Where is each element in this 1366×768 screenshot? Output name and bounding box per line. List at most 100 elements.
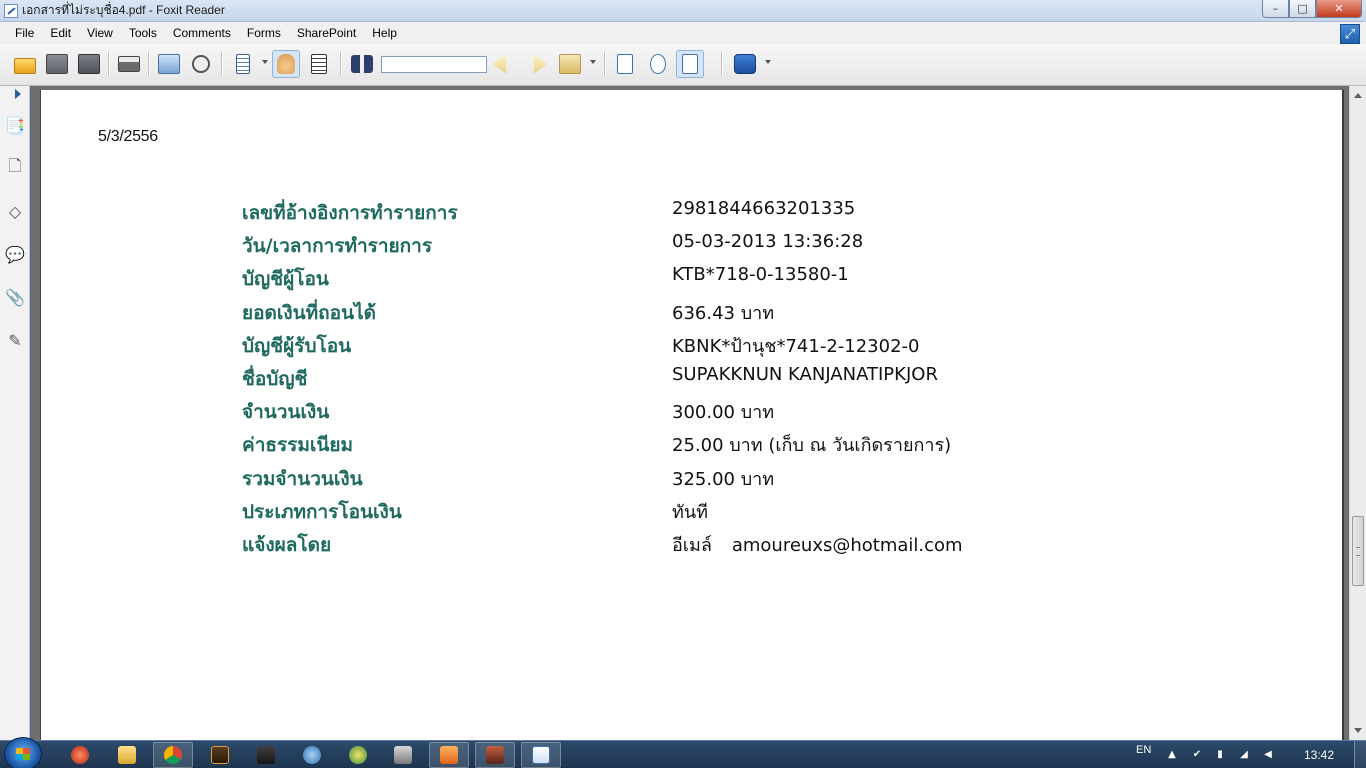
menu-file[interactable]: File [0, 22, 42, 44]
taskbar-app-5[interactable] [246, 742, 286, 768]
scroll-down-arrow-icon[interactable] [1354, 728, 1362, 733]
find-input[interactable] [381, 56, 487, 73]
menu-help[interactable]: Help [364, 22, 405, 44]
detail-label: บัญชีผู้รับโอน [242, 334, 352, 357]
taskbar-foxit[interactable] [521, 742, 561, 768]
open-icon [14, 58, 36, 74]
next-result-button[interactable] [522, 50, 550, 78]
detail-label: เลขที่อ้างอิงการทำรายการ [242, 202, 458, 224]
layers-icon[interactable]: ◇ [5, 200, 25, 222]
detail-value: 636.43 บาท [672, 302, 775, 324]
expand-panel-arrow-icon[interactable] [15, 89, 21, 99]
show-desktop-button[interactable] [1354, 741, 1366, 768]
bookmarks-icon[interactable]: 📑 [5, 114, 25, 136]
orange-app-icon [440, 746, 458, 764]
power-icon[interactable]: ▮ [1214, 749, 1226, 761]
prev-result-button[interactable] [490, 50, 518, 78]
maximize-button[interactable]: □ [1289, 0, 1316, 18]
foxit-logo-button[interactable] [731, 50, 759, 78]
globe-app-icon [303, 746, 321, 764]
taskbar-app-10[interactable] [475, 742, 515, 768]
chrome-icon [164, 746, 182, 764]
scroll-thumb[interactable] [1352, 516, 1364, 586]
detail-label: จำนวนเงิน [242, 401, 330, 424]
detail-value: KBNK*ป้านุช*741-2-12302-0 [672, 335, 920, 357]
toolbar-separator [340, 52, 341, 76]
flag-icon[interactable]: ✔ [1191, 749, 1203, 761]
foxit-app-icon [4, 3, 18, 18]
foxit-logo-dropdown[interactable] [765, 60, 771, 64]
save-button[interactable] [43, 50, 71, 78]
volume-icon[interactable]: ◀ [1262, 749, 1274, 761]
print-icon [118, 56, 140, 72]
network-icon[interactable]: ◢ [1238, 749, 1250, 761]
clear-results-button[interactable] [556, 50, 584, 78]
open-button[interactable] [11, 50, 39, 78]
menu-tools[interactable]: Tools [121, 22, 165, 44]
close-button[interactable]: ✕ [1316, 0, 1362, 18]
menu-view[interactable]: View [79, 22, 121, 44]
detail-value: ทันที [672, 501, 709, 523]
page-view-dropdown[interactable] [262, 60, 268, 64]
detail-label: ประเภทการโอนเงิน [242, 500, 402, 523]
taskbar-app-7[interactable] [338, 742, 378, 768]
taskbar-chrome[interactable] [153, 742, 193, 768]
fit-page-icon [650, 54, 666, 74]
presentation-icon [158, 54, 180, 74]
hand-tool-icon [277, 54, 295, 74]
comments-icon[interactable]: 💬 [5, 243, 25, 265]
fit-page-button[interactable] [644, 50, 672, 78]
document-date: 5/3/2556 [98, 128, 158, 145]
find-glasses-button[interactable] [187, 50, 215, 78]
pdf-page: 5/3/2556 เลขที่อ้างอิงการทำรายการ 298184… [40, 90, 1342, 740]
foxit-logo-icon [734, 54, 756, 74]
presentation-button[interactable] [155, 50, 183, 78]
toolbar-separator [221, 52, 222, 76]
signatures-icon[interactable]: ✎ [5, 329, 25, 351]
menu-forms[interactable]: Forms [239, 22, 289, 44]
menu-comments[interactable]: Comments [165, 22, 239, 44]
fit-width-button[interactable] [676, 50, 704, 78]
vertical-scrollbar[interactable] [1349, 86, 1366, 740]
main-toolbar [0, 44, 1366, 86]
taskbar-explorer[interactable] [107, 742, 147, 768]
detail-label: รวมจำนวนเงิน [242, 467, 363, 490]
scroll-up-arrow-icon[interactable] [1354, 93, 1362, 98]
taskbar-app-8[interactable] [383, 742, 423, 768]
detail-label: บัญชีผู้โอน [242, 268, 329, 291]
taskbar-app-1[interactable] [60, 742, 100, 768]
binoculars-button[interactable] [348, 50, 376, 78]
clear-results-icon [559, 54, 581, 74]
menu-sharepoint[interactable]: SharePoint [289, 22, 364, 44]
attachments-icon[interactable]: 📎 [5, 286, 25, 308]
page-view-button[interactable] [229, 50, 257, 78]
red-app-icon [71, 746, 89, 764]
taskbar-app-9[interactable] [429, 742, 469, 768]
taskbar-app-6[interactable] [292, 742, 332, 768]
detail-label: ชื่อบัญชี [242, 367, 308, 390]
clock[interactable]: 13:42 [1304, 748, 1334, 762]
detail-value: 300.00 บาท [672, 402, 775, 424]
expand-icon[interactable]: ⤢ [1340, 24, 1360, 44]
clear-results-dropdown[interactable] [590, 60, 596, 64]
fit-width-icon [682, 54, 698, 74]
binoculars-icon [351, 55, 373, 73]
actual-size-button[interactable] [611, 50, 639, 78]
minimize-button[interactable]: – [1262, 0, 1289, 18]
print-button[interactable] [115, 50, 143, 78]
prev-result-icon [493, 54, 507, 74]
toolbar-separator [108, 52, 109, 76]
start-button[interactable] [4, 737, 42, 768]
document-viewer[interactable]: 5/3/2556 เลขที่อ้างอิงการทำรายการ 298184… [31, 86, 1349, 740]
pages-icon[interactable]: 🗋 [5, 156, 25, 179]
menu-edit[interactable]: Edit [42, 22, 79, 44]
taskbar-app-4[interactable] [200, 742, 240, 768]
select-text-button[interactable] [305, 50, 333, 78]
show-hidden-icons-icon[interactable]: ▲ [1166, 749, 1178, 761]
save-as-button[interactable] [75, 50, 103, 78]
hand-tool-button[interactable] [272, 50, 300, 78]
windows-taskbar: EN ▲ ✔ ▮ ◢ ◀ 13:42 [0, 737, 1366, 768]
select-text-icon [311, 54, 327, 74]
window-title: เอกสารที่ไม่ระบุชื่อ4.pdf - Foxit Reader [22, 3, 225, 17]
language-indicator[interactable]: EN [1136, 744, 1151, 756]
